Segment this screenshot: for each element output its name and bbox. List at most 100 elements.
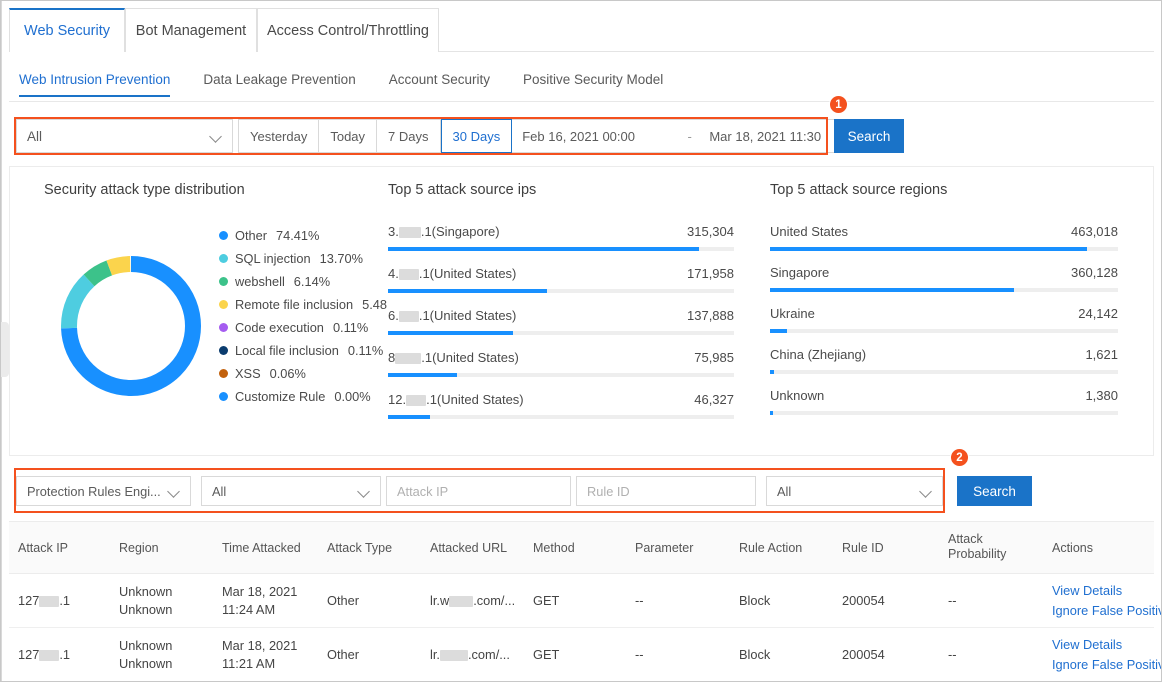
bar-label: 3. .1(Singapore) (388, 224, 500, 239)
legend-color-swatch (219, 254, 228, 263)
legend-label: Customize Rule (235, 389, 326, 404)
legend-label: Local file inclusion (235, 343, 339, 358)
cell-rule-id: 200054 (842, 593, 885, 608)
sidebar-collapse-handle[interactable] (0, 322, 9, 377)
legend-color-swatch (219, 300, 228, 309)
legend-item[interactable]: Remote file inclusion 5.48 (219, 293, 389, 316)
legend-value: 5.48 (362, 297, 387, 312)
legend-item[interactable]: SQL injection 13.70% (219, 247, 389, 270)
bar-track (770, 370, 1118, 374)
tab-label: Bot Management (135, 22, 247, 39)
range-label: 7 Days (388, 128, 429, 144)
bar-label: 6. .1(United States) (388, 308, 516, 323)
ip-prefix: 12. (388, 392, 407, 407)
time-line2: 11:24 AM (222, 602, 276, 617)
column-header-attack-probability: Attack Probability (948, 532, 1006, 562)
ignore-false-positive-link[interactable]: Ignore False Positiv (1052, 601, 1162, 621)
legend-item[interactable]: Local file inclusion 0.11% (219, 339, 389, 362)
legend-color-swatch (219, 323, 228, 332)
tab-web-security[interactable]: Web Security (9, 8, 125, 53)
rule-id-input[interactable]: Rule ID (576, 476, 756, 506)
ignore-false-positive-link[interactable]: Ignore False Positiv (1052, 655, 1162, 675)
bar-track (388, 247, 734, 251)
bar-track (770, 329, 1118, 333)
rule-action-select[interactable]: All (766, 476, 943, 506)
legend-item[interactable]: webshell 6.14% (219, 270, 389, 293)
time-line2: 11:21 AM (222, 656, 276, 671)
ip-suffix: .1(United States) (421, 350, 519, 365)
time-line1: Mar 18, 2021 (222, 638, 298, 653)
ip-suffix: .1(United States) (418, 308, 517, 323)
range-7-days[interactable]: 7 Days (377, 119, 441, 153)
donut-svg (61, 256, 201, 396)
table-header-row: Attack IP Region Time Attacked Attack Ty… (9, 521, 1154, 574)
column-header-region: Region (119, 541, 159, 555)
ip-suffix: .1(Singapore) (420, 224, 500, 239)
secondary-tabbar: Web Intrusion Prevention Data Leakage Pr… (19, 72, 696, 102)
ip-prefix: 6. (388, 308, 399, 323)
bar-label: Unknown (770, 388, 825, 403)
range-30-days[interactable]: 30 Days (440, 119, 513, 153)
attack-probability-line1: Attack (948, 532, 983, 546)
redacted-segment (398, 311, 419, 323)
bar-value: 1,380 (1085, 388, 1118, 403)
view-details-link[interactable]: View Details (1052, 581, 1162, 601)
attack-ip-input[interactable]: Attack IP (386, 476, 571, 506)
legend-item[interactable]: Customize Rule 0.00% (219, 385, 389, 408)
ip-suffix: .1 (59, 647, 71, 662)
chevron-down-icon (359, 486, 370, 497)
legend-value: 0.06% (269, 366, 306, 381)
url-suffix: .com/... (467, 647, 510, 662)
date-range-picker[interactable]: Feb 16, 2021 00:00 - Mar 18, 2021 11:30 (512, 119, 873, 153)
subtab-label: Web Intrusion Prevention (19, 72, 171, 87)
legend-item[interactable]: Code execution 0.11% (219, 316, 389, 339)
region-line1: Unknown (119, 638, 173, 653)
domain-select[interactable]: All (16, 119, 233, 153)
url-suffix: .com/... (473, 593, 516, 608)
ip-prefix: 127 (18, 593, 40, 608)
tab-label: Access Control/Throttling (267, 22, 429, 39)
column-header-rule-action: Rule Action (739, 541, 803, 555)
redacted-segment (398, 269, 419, 281)
table-row[interactable]: 127.1 Unknown Unknown Mar 18, 2021 11:21… (9, 628, 1162, 682)
search-button-table[interactable]: Search (957, 476, 1032, 506)
protection-engine-select[interactable]: Protection Rules Engi... (16, 476, 191, 506)
cell-attack-probability: -- (948, 593, 957, 608)
bar-track (388, 373, 734, 377)
tab-access-control-throttling[interactable]: Access Control/Throttling (257, 8, 439, 52)
subtabs-underline (9, 101, 1154, 102)
subtab-web-intrusion-prevention[interactable]: Web Intrusion Prevention (19, 72, 171, 97)
subtab-positive-security-model[interactable]: Positive Security Model (523, 72, 663, 95)
panel-title-distribution: Security attack type distribution (44, 182, 245, 198)
table-row[interactable]: 127.1 Unknown Unknown Mar 18, 2021 11:24… (9, 574, 1162, 628)
range-label: 30 Days (452, 128, 501, 144)
subtab-label: Data Leakage Prevention (203, 72, 356, 87)
attack-type-legend: Other 74.41% SQL injection 13.70% webshe… (219, 224, 389, 408)
subtab-data-leakage-prevention[interactable]: Data Leakage Prevention (203, 72, 355, 95)
url-prefix: lr. (430, 647, 440, 662)
cell-region: Unknown Unknown (119, 637, 172, 673)
legend-value: 0.11% (347, 343, 384, 358)
tab-label: Web Security (24, 23, 110, 39)
bar-value: 75,985 (694, 350, 734, 365)
legend-item[interactable]: Other 74.41% (219, 224, 389, 247)
bar-fill (770, 288, 1014, 292)
tab-bot-management[interactable]: Bot Management (125, 8, 257, 52)
attack-type-select[interactable]: All (201, 476, 381, 506)
legend-item[interactable]: XSS 0.06% (219, 362, 389, 385)
redacted-segment (449, 596, 474, 608)
chevron-down-icon (169, 486, 180, 497)
range-today[interactable]: Today (319, 119, 378, 153)
bar-fill (388, 331, 513, 335)
rule-action-value: All (777, 483, 792, 499)
view-details-link[interactable]: View Details (1052, 635, 1162, 655)
bar-track (770, 411, 1118, 415)
cell-attack-ip: 127.1 (18, 646, 70, 664)
subtab-account-security[interactable]: Account Security (389, 72, 490, 95)
range-yesterday[interactable]: Yesterday (238, 119, 320, 153)
bar-label: Singapore (770, 265, 830, 280)
legend-color-swatch (219, 231, 228, 240)
search-button-top[interactable]: Search (834, 119, 904, 153)
attack-type-value: All (212, 483, 227, 499)
bar-value: 24,142 (1078, 306, 1118, 321)
